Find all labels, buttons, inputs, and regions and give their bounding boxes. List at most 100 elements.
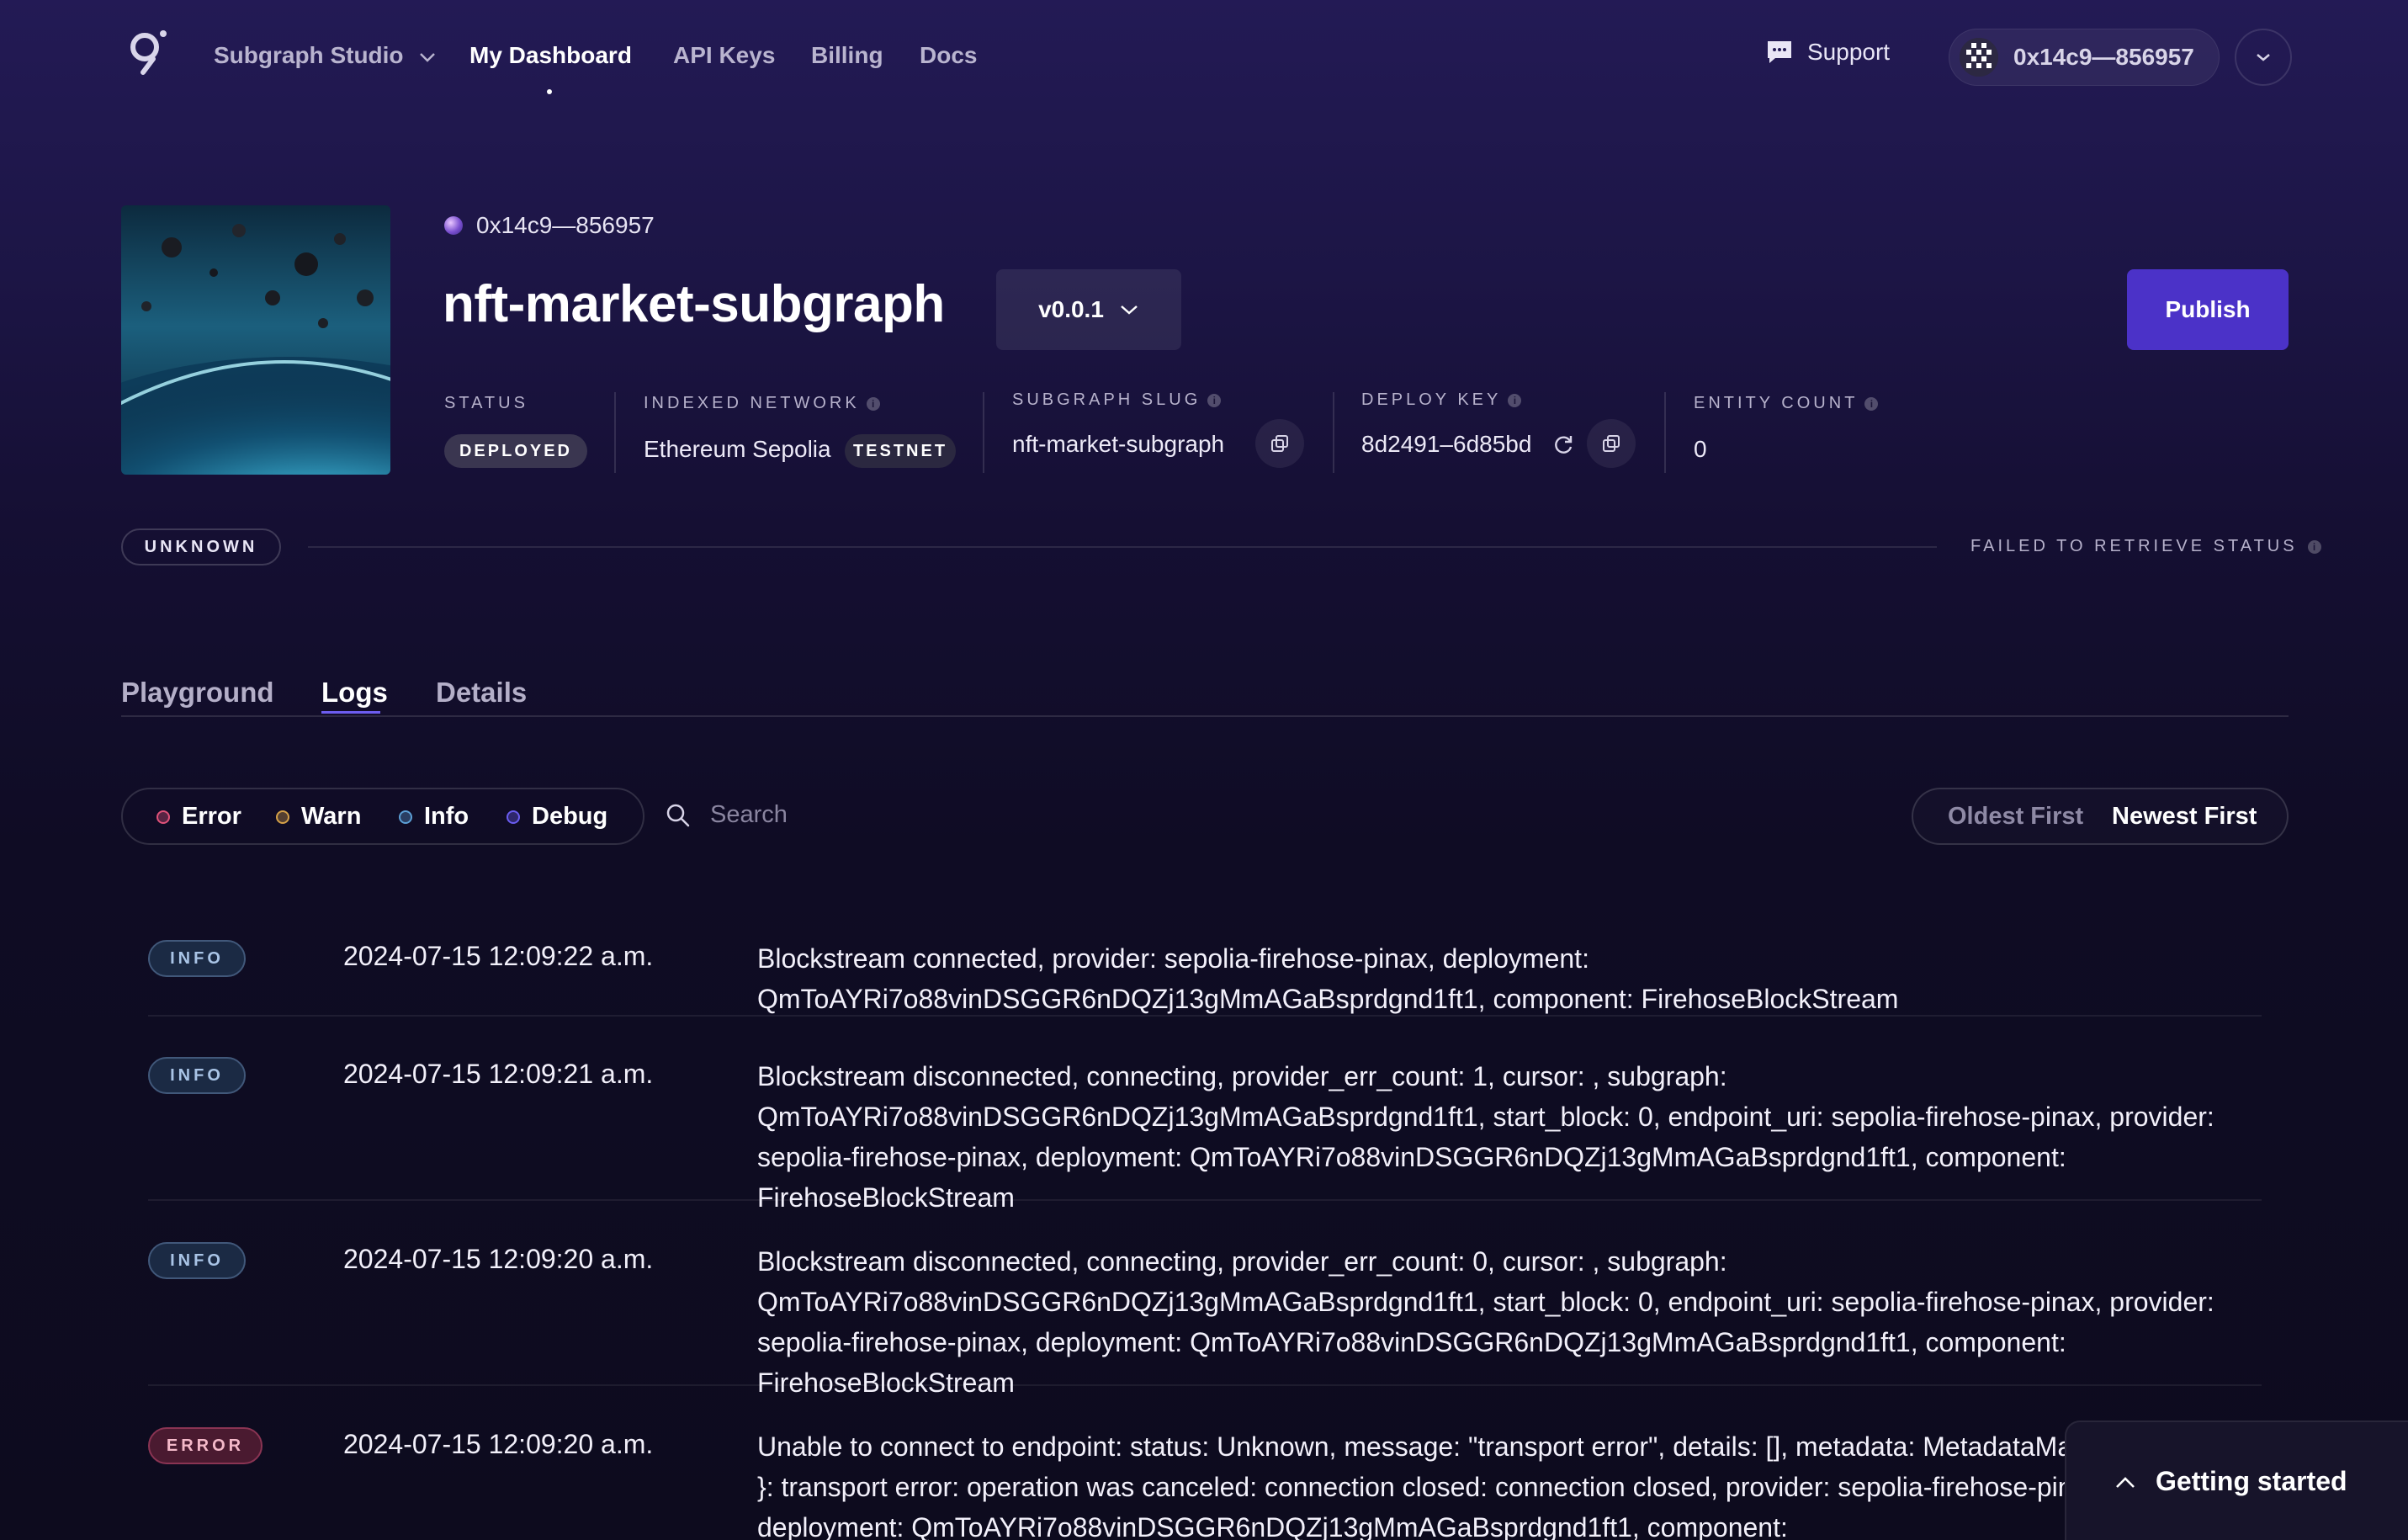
log-message: Blockstream disconnected, connecting, pr… <box>757 1061 2214 1213</box>
app-switcher[interactable]: Subgraph Studio <box>214 42 437 69</box>
identicon-icon <box>1960 38 1998 77</box>
top-navigation: Subgraph Studio My Dashboard API Keys Bi… <box>0 0 2408 118</box>
nav-my-dashboard[interactable]: My Dashboard <box>469 42 632 69</box>
info-icon[interactable]: i <box>2307 539 2321 554</box>
active-nav-indicator <box>547 89 552 94</box>
error-dot-icon <box>156 810 170 824</box>
getting-started-panel[interactable]: Getting started <box>2065 1421 2408 1540</box>
filter-error-label: Error <box>182 803 241 830</box>
subgraph-slug-label-text: SUBGRAPH SLUG <box>1012 390 1201 409</box>
filter-info-label: Info <box>424 803 469 830</box>
log-message: Blockstream disconnected, connecting, pr… <box>757 1246 2214 1398</box>
filter-debug[interactable]: Debug <box>507 803 607 831</box>
nav-docs[interactable]: Docs <box>920 42 977 69</box>
chat-bubble-icon <box>1768 41 1791 63</box>
status-badge: DEPLOYED <box>444 434 587 468</box>
active-tab-indicator <box>321 711 380 714</box>
copy-icon <box>1603 435 1620 452</box>
account-address: 0x14c9—856957 <box>2013 44 2194 70</box>
nav-billing[interactable]: Billing <box>811 42 883 69</box>
subgraph-title: nft-market-subgraph <box>443 275 945 333</box>
info-icon[interactable]: i <box>866 396 880 411</box>
publish-button[interactable]: Publish <box>2127 269 2289 350</box>
tabs-divider <box>121 715 2289 717</box>
copy-slug-button[interactable] <box>1255 419 1304 468</box>
log-message: Blockstream connected, provider: sepolia… <box>757 943 1899 1014</box>
tab-playground[interactable]: Playground <box>121 677 274 709</box>
sync-status-badge: UNKNOWN <box>121 528 281 566</box>
log-timestamp: 2024-07-15 12:09:21 a.m. <box>343 1059 654 1089</box>
tab-details[interactable]: Details <box>436 677 527 709</box>
chevron-down-icon <box>1121 305 1138 315</box>
owner-avatar-icon <box>444 216 463 235</box>
log-timestamp: 2024-07-15 12:09:22 a.m. <box>343 941 654 971</box>
status-label-text: STATUS <box>444 394 528 412</box>
indexed-network-label-text: INDEXED NETWORK <box>644 394 860 412</box>
indexed-network-label: INDEXED NETWORK i <box>644 394 880 413</box>
refresh-icon[interactable] <box>1551 433 1575 456</box>
log-message: Unable to connect to endpoint: status: U… <box>757 1431 2242 1540</box>
entity-count-label-text: ENTITY COUNT <box>1694 394 1859 412</box>
deploy-key-label-text: DEPLOY KEY <box>1361 390 1502 409</box>
version-select[interactable]: v0.0.1 <box>996 269 1181 350</box>
space-planet-image <box>121 205 390 475</box>
subgraph-slug-value: nft-market-subgraph <box>1012 431 1225 457</box>
filter-warn[interactable]: Warn <box>276 803 361 831</box>
sync-progress-track <box>308 546 1937 548</box>
avatar <box>1960 38 1998 77</box>
warn-dot-icon <box>276 810 289 824</box>
subgraph-slug-label: SUBGRAPH SLUG i <box>1012 390 1222 410</box>
info-dot-icon <box>399 810 412 824</box>
support-button[interactable]: Support <box>1765 39 1890 66</box>
status-label: STATUS <box>444 394 528 413</box>
log-level-badge: ERROR <box>148 1427 263 1464</box>
info-icon[interactable]: i <box>1207 393 1222 407</box>
support-label: Support <box>1807 39 1891 65</box>
search-icon <box>666 804 690 826</box>
filter-error[interactable]: Error <box>156 803 241 831</box>
info-icon[interactable]: i <box>1508 393 1522 407</box>
search-input[interactable]: Search <box>710 801 788 829</box>
nav-api-keys[interactable]: API Keys <box>673 42 775 69</box>
meta-divider <box>614 392 616 473</box>
log-row-divider <box>148 1199 2262 1201</box>
log-level-badge: INFO <box>148 940 246 977</box>
app-name: Subgraph Studio <box>214 42 404 68</box>
filter-info[interactable]: Info <box>399 803 469 831</box>
sort-oldest-first[interactable]: Oldest First <box>1948 803 2083 831</box>
getting-started-label: Getting started <box>2156 1466 2347 1496</box>
log-level-badge: INFO <box>148 1242 246 1279</box>
meta-divider <box>1333 392 1334 473</box>
indexed-network-value: Ethereum Sepolia <box>644 436 831 462</box>
info-icon[interactable]: i <box>1864 396 1879 411</box>
subgraph-owner: 0x14c9—856957 <box>444 212 655 239</box>
entity-count-label: ENTITY COUNT i <box>1694 394 1879 413</box>
version-label: v0.0.1 <box>1038 296 1104 322</box>
entity-count-value: 0 <box>1694 436 1707 462</box>
account-button[interactable]: 0x14c9—856957 <box>1949 29 2220 86</box>
log-row-divider <box>148 1384 2262 1386</box>
sort-newest-first[interactable]: Newest First <box>2112 803 2257 831</box>
chevron-down-icon <box>2257 54 2270 61</box>
copy-deploy-key-button[interactable] <box>1587 419 1636 468</box>
meta-divider <box>983 392 984 473</box>
owner-address: 0x14c9—856957 <box>476 212 655 238</box>
sync-status-message: FAILED TO RETRIEVE STATUS <box>1970 537 2298 555</box>
sync-status-text: FAILED TO RETRIEVE STATUS i <box>1970 537 2321 556</box>
debug-dot-icon <box>507 810 520 824</box>
filter-warn-label: Warn <box>301 803 362 830</box>
deploy-key-label: DEPLOY KEY i <box>1361 390 1522 410</box>
copy-icon <box>1271 435 1288 452</box>
log-search[interactable]: Search <box>665 801 788 829</box>
testnet-badge: TESTNET <box>845 434 956 468</box>
subgraph-cover-image <box>121 205 390 475</box>
chevron-up-icon <box>2116 1477 2135 1488</box>
log-timestamp: 2024-07-15 12:09:20 a.m. <box>343 1429 654 1459</box>
account-menu-button[interactable] <box>2235 29 2292 86</box>
log-level-badge: INFO <box>148 1057 246 1094</box>
tab-logs[interactable]: Logs <box>321 677 388 709</box>
deploy-key-value: 8d2491–6d85bd <box>1361 431 1532 457</box>
the-graph-logo-icon[interactable] <box>128 29 168 82</box>
filter-debug-label: Debug <box>532 803 608 830</box>
subgraph-studio-page: Subgraph Studio My Dashboard API Keys Bi… <box>0 0 2408 1540</box>
